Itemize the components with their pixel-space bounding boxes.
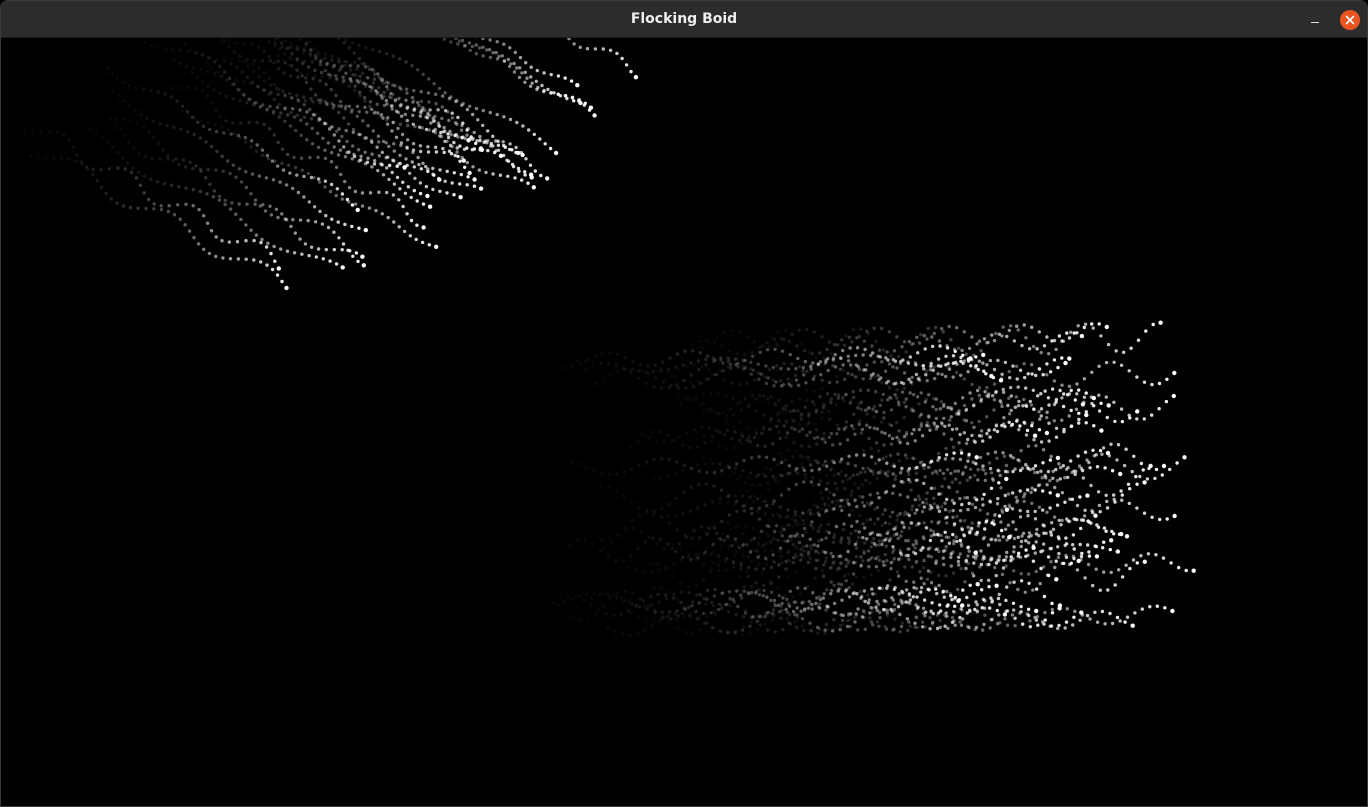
boid-flock bbox=[589, 320, 1196, 636]
boid-trail bbox=[274, 38, 471, 143]
boid-trail bbox=[589, 587, 961, 617]
title-bar[interactable]: Flocking Boid bbox=[1, 1, 1367, 38]
boid-trail bbox=[600, 344, 973, 368]
app-window: Flocking Boid bbox=[0, 0, 1368, 807]
boid-trail bbox=[739, 448, 1111, 480]
boid-trail bbox=[824, 552, 1196, 580]
boid-trail bbox=[133, 108, 368, 233]
boid-trail bbox=[791, 320, 1163, 360]
window-title: Flocking Boid bbox=[630, 11, 738, 27]
boid-trail bbox=[208, 56, 442, 182]
boid-trail bbox=[55, 130, 281, 271]
boid-trail bbox=[567, 38, 639, 80]
minimize-button[interactable] bbox=[1304, 10, 1326, 30]
boid-trail bbox=[251, 62, 484, 191]
boid-trail bbox=[732, 421, 1104, 449]
boid-trail bbox=[737, 322, 1110, 349]
boid-trail bbox=[712, 331, 1085, 357]
boid-trail bbox=[724, 388, 1097, 418]
boid-trail bbox=[206, 120, 439, 249]
boid-trail bbox=[608, 582, 980, 621]
boid-trail bbox=[639, 519, 1012, 551]
boid-trail bbox=[242, 41, 472, 176]
boid-trail bbox=[690, 579, 1062, 618]
boid-trail bbox=[110, 145, 345, 270]
boid-trail bbox=[606, 530, 978, 563]
close-icon bbox=[1340, 10, 1360, 30]
boid-trail bbox=[815, 452, 1187, 487]
simulation-canvas[interactable] bbox=[1, 38, 1367, 806]
boid-trail bbox=[141, 125, 366, 268]
boid-trail bbox=[688, 455, 1061, 479]
boid-trail bbox=[59, 156, 289, 291]
boid-trail bbox=[198, 68, 430, 199]
close-button[interactable] bbox=[1340, 10, 1360, 30]
boid-trail bbox=[262, 38, 485, 152]
boid-flock bbox=[55, 38, 639, 291]
boid-trail bbox=[228, 76, 463, 200]
boid-trail bbox=[665, 422, 1038, 450]
boid-trail bbox=[775, 480, 1147, 521]
boid-field bbox=[55, 38, 1196, 636]
boid-trail bbox=[637, 476, 1009, 513]
minimize-icon bbox=[1311, 22, 1319, 23]
